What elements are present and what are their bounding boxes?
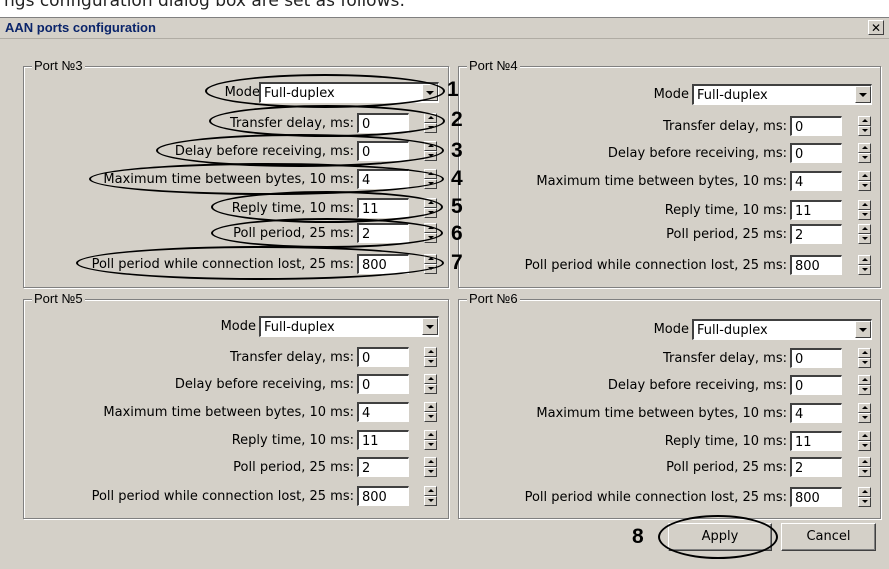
port-4-poll-period-lost-input[interactable]: 800: [790, 255, 842, 275]
port-4-row-reply-time: Reply time, 10 ms:: [0, 201, 787, 221]
apply-button[interactable]: Apply: [668, 523, 772, 551]
port-4-row-transfer-delay: Transfer delay, ms:: [0, 117, 787, 137]
spin-down-icon[interactable]: [858, 497, 871, 507]
chevron-down-icon[interactable]: [855, 321, 871, 338]
port-6-max-time-between-bytes-spinner[interactable]: [858, 403, 871, 423]
port-4-mode-select[interactable]: Full-duplex: [692, 84, 872, 105]
close-button[interactable]: ✕: [868, 20, 884, 35]
port-4-transfer-delay-spinner[interactable]: [858, 116, 871, 136]
spin-up-icon[interactable]: [858, 116, 871, 126]
port-6-mode-value: Full-duplex: [697, 323, 768, 338]
spin-down-icon[interactable]: [858, 126, 871, 136]
port-6-poll-period-lost-label: Poll period while connection lost, 25 ms…: [524, 490, 787, 505]
port-4-mode-label: Mode: [653, 87, 689, 102]
cancel-button[interactable]: Cancel: [781, 523, 876, 551]
spin-up-icon[interactable]: [858, 200, 871, 210]
port-6-row-poll-period-lost: Poll period while connection lost, 25 ms…: [0, 488, 787, 508]
spin-down-icon[interactable]: [858, 467, 871, 477]
port-4-reply-time-spinner[interactable]: [858, 200, 871, 220]
port-4-poll-period-lost-spinner[interactable]: [858, 255, 871, 275]
port-6-reply-time-spinner[interactable]: [858, 431, 871, 451]
port-4-transfer-delay-label: Transfer delay, ms:: [662, 119, 787, 134]
port-6-max-time-between-bytes-input[interactable]: 4: [790, 403, 842, 423]
port-4-mode-value: Full-duplex: [697, 88, 768, 103]
spin-down-icon[interactable]: [858, 181, 871, 191]
port-4-max-time-between-bytes-input[interactable]: 4: [790, 171, 842, 191]
port-4-poll-period-label: Poll period, 25 ms:: [666, 227, 787, 242]
port-4-max-time-between-bytes-label: Maximum time between bytes, 10 ms:: [536, 174, 787, 189]
port-4-mode-row: Mode: [0, 85, 689, 105]
spin-down-icon[interactable]: [858, 210, 871, 220]
port-6-poll-period-lost-input[interactable]: 800: [790, 487, 842, 507]
spin-up-icon[interactable]: [858, 255, 871, 265]
port-6-poll-period-label: Poll period, 25 ms:: [666, 460, 787, 475]
port-6-transfer-delay-label: Transfer delay, ms:: [662, 351, 787, 366]
port-4-poll-period-lost-label: Poll period while connection lost, 25 ms…: [524, 258, 787, 273]
spin-up-icon[interactable]: [858, 224, 871, 234]
port-6-mode-label: Mode: [653, 322, 689, 337]
spin-down-icon[interactable]: [858, 358, 871, 368]
window-title: AAN ports configuration: [5, 20, 156, 35]
spin-down-icon[interactable]: [858, 413, 871, 423]
port-6-delay-before-receiving-label: Delay before receiving, ms:: [607, 378, 787, 393]
port-6-mode-row: Mode: [0, 320, 689, 340]
port-4-transfer-delay-input[interactable]: 0: [790, 116, 842, 136]
spin-up-icon[interactable]: [858, 457, 871, 467]
port-4-row-poll-period: Poll period, 25 ms:: [0, 225, 787, 245]
port-6-delay-before-receiving-spinner[interactable]: [858, 375, 871, 395]
port-6-delay-before-receiving-input[interactable]: 0: [790, 375, 842, 395]
port-5-title: Port №5: [32, 291, 85, 306]
spin-up-icon[interactable]: [858, 143, 871, 153]
callout-8: 8: [632, 525, 644, 548]
port-6-row-transfer-delay: Transfer delay, ms:: [0, 349, 787, 369]
port-6-reply-time-label: Reply time, 10 ms:: [664, 434, 787, 449]
spin-down-icon[interactable]: [858, 441, 871, 451]
port-4-row-poll-period-lost: Poll period while connection lost, 25 ms…: [0, 256, 787, 276]
port-6-transfer-delay-spinner[interactable]: [858, 348, 871, 368]
chevron-down-icon[interactable]: [855, 86, 871, 103]
spin-up-icon[interactable]: [858, 348, 871, 358]
port-4-title: Port №4: [467, 58, 520, 73]
port-4-delay-before-receiving-input[interactable]: 0: [790, 143, 842, 163]
port-4-delay-before-receiving-spinner[interactable]: [858, 143, 871, 163]
port-6-poll-period-lost-spinner[interactable]: [858, 487, 871, 507]
port-6-mode-select[interactable]: Full-duplex: [692, 319, 872, 340]
dialog-window: AAN ports configuration ✕ Port №3 Port №…: [0, 17, 889, 569]
port-3-title: Port №3: [32, 58, 85, 73]
close-icon: ✕: [870, 21, 882, 35]
spin-up-icon[interactable]: [858, 487, 871, 497]
spin-up-icon[interactable]: [858, 375, 871, 385]
port-6-title: Port №6: [467, 291, 520, 306]
background-text: ngs configuration dialog box are set as …: [4, 0, 406, 11]
port-6-transfer-delay-input[interactable]: 0: [790, 348, 842, 368]
background-document-strip: ngs configuration dialog box are set as …: [0, 0, 889, 18]
port-6-row-max-time-between-bytes: Maximum time between bytes, 10 ms:: [0, 404, 787, 424]
spin-down-icon[interactable]: [858, 385, 871, 395]
port-6-row-poll-period: Poll period, 25 ms:: [0, 458, 787, 478]
port-4-row-delay-before-receiving: Delay before receiving, ms:: [0, 144, 787, 164]
port-4-reply-time-input[interactable]: 11: [790, 200, 842, 220]
port-6-poll-period-input[interactable]: 2: [790, 457, 842, 477]
title-bar: AAN ports configuration ✕: [0, 18, 889, 39]
port-4-poll-period-spinner[interactable]: [858, 224, 871, 244]
port-6-reply-time-input[interactable]: 11: [790, 431, 842, 451]
port-6-row-reply-time: Reply time, 10 ms:: [0, 432, 787, 452]
port-4-reply-time-label: Reply time, 10 ms:: [664, 203, 787, 218]
spin-down-icon[interactable]: [858, 265, 871, 275]
port-4-row-max-time-between-bytes: Maximum time between bytes, 10 ms:: [0, 172, 787, 192]
port-4-max-time-between-bytes-spinner[interactable]: [858, 171, 871, 191]
port-4-poll-period-input[interactable]: 2: [790, 224, 842, 244]
spin-down-icon[interactable]: [858, 153, 871, 163]
spin-up-icon[interactable]: [858, 171, 871, 181]
spin-down-icon[interactable]: [858, 234, 871, 244]
spin-up-icon[interactable]: [858, 403, 871, 413]
port-4-delay-before-receiving-label: Delay before receiving, ms:: [607, 146, 787, 161]
port-6-max-time-between-bytes-label: Maximum time between bytes, 10 ms:: [536, 406, 787, 421]
port-6-poll-period-spinner[interactable]: [858, 457, 871, 477]
port-6-row-delay-before-receiving: Delay before receiving, ms:: [0, 376, 787, 396]
spin-up-icon[interactable]: [858, 431, 871, 441]
